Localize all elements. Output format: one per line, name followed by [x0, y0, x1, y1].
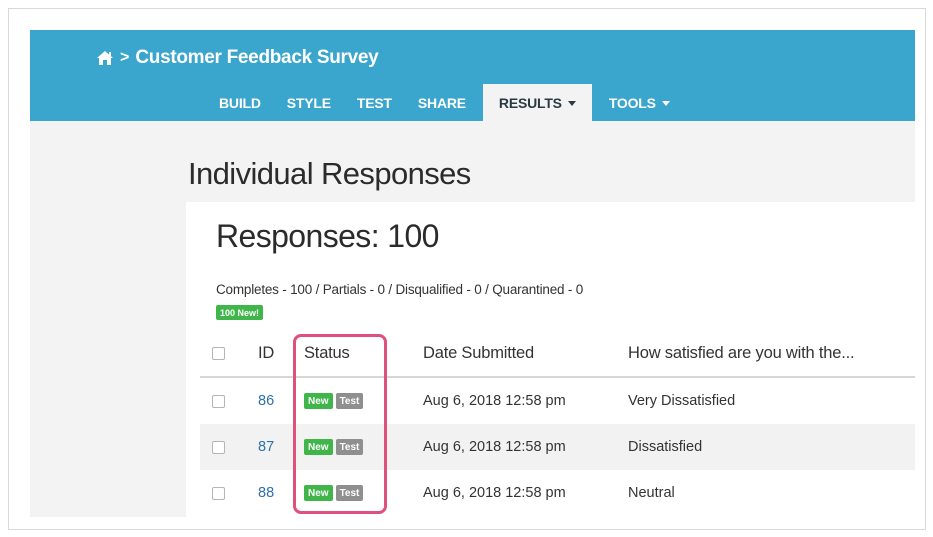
- main-nav: BUILD STYLE TEST SHARE RESULTS TOOLS: [206, 84, 683, 121]
- tab-label: TEST: [356, 94, 392, 111]
- tab-build[interactable]: BUILD: [206, 84, 274, 121]
- tab-style[interactable]: STYLE: [274, 84, 344, 121]
- app-window: > Customer Feedback Survey BUILD STYLE T…: [30, 30, 915, 517]
- status-badge-test: Test: [335, 439, 364, 455]
- tab-label: STYLE: [286, 94, 331, 111]
- tab-test[interactable]: TEST: [344, 84, 405, 121]
- status-badge-new: New: [304, 439, 333, 455]
- answer-cell: Very Dissatisfied: [628, 393, 736, 409]
- caret-down-icon: [567, 101, 576, 106]
- tab-tools[interactable]: TOOLS: [596, 84, 683, 121]
- date-submitted: Aug 6, 2018 12:58 pm: [423, 485, 566, 501]
- date-submitted: Aug 6, 2018 12:58 pm: [423, 393, 566, 409]
- table-row[interactable]: 87 New Test Aug 6, 2018 12:58 pm Dissati…: [200, 424, 915, 470]
- row-checkbox[interactable]: [212, 394, 225, 408]
- status-badge-new: New: [304, 485, 333, 501]
- response-id-link[interactable]: 88: [258, 485, 274, 501]
- select-all-checkbox[interactable]: [212, 346, 225, 360]
- tab-label: RESULTS: [498, 94, 562, 111]
- status-badge-new: New: [304, 393, 333, 409]
- responses-count: Responses: 100: [216, 218, 439, 254]
- row-checkbox[interactable]: [212, 440, 225, 454]
- table-row[interactable]: 88 New Test Aug 6, 2018 12:58 pm Neutral: [200, 470, 915, 516]
- row-checkbox[interactable]: [212, 486, 225, 500]
- column-header-question[interactable]: How satisfied are you with the...: [628, 330, 855, 376]
- status-cell: New Test: [304, 470, 366, 516]
- page-title: Individual Responses: [188, 156, 471, 191]
- chevron-right-icon: >: [120, 49, 130, 66]
- breadcrumb: > Customer Feedback Survey: [96, 46, 379, 70]
- response-id-link[interactable]: 87: [258, 439, 274, 455]
- caret-down-icon: [661, 101, 670, 106]
- top-header: > Customer Feedback Survey BUILD STYLE T…: [30, 30, 915, 121]
- column-header-status[interactable]: Status: [304, 330, 350, 376]
- survey-title[interactable]: Customer Feedback Survey: [135, 47, 378, 69]
- tab-share[interactable]: SHARE: [405, 84, 479, 121]
- responses-card: Responses: 100 Completes - 100 / Partial…: [186, 202, 915, 517]
- status-badge-test: Test: [335, 393, 364, 409]
- answer-cell: Dissatisfied: [628, 439, 703, 455]
- status-badge-test: Test: [335, 485, 364, 501]
- table-header-row: ID Status Date Submitted How satisfied a…: [200, 330, 915, 378]
- column-header-date[interactable]: Date Submitted: [423, 330, 534, 376]
- new-count-badge: 100 New!: [216, 305, 264, 320]
- tab-label: BUILD: [219, 94, 261, 111]
- tab-label: SHARE: [417, 94, 466, 111]
- responses-summary: Completes - 100 / Partials - 0 / Disqual…: [216, 282, 584, 297]
- answer-cell: Neutral: [628, 485, 675, 501]
- tab-results[interactable]: RESULTS: [482, 84, 592, 121]
- date-submitted: Aug 6, 2018 12:58 pm: [423, 439, 566, 455]
- column-header-id[interactable]: ID: [258, 330, 274, 376]
- status-cell: New Test: [304, 424, 366, 470]
- home-icon[interactable]: [96, 50, 114, 66]
- tab-label: TOOLS: [608, 94, 656, 111]
- table-row[interactable]: 86 New Test Aug 6, 2018 12:58 pm Very Di…: [200, 378, 915, 424]
- responses-table: ID Status Date Submitted How satisfied a…: [200, 330, 915, 516]
- response-id-link[interactable]: 86: [258, 393, 274, 409]
- status-cell: New Test: [304, 378, 366, 424]
